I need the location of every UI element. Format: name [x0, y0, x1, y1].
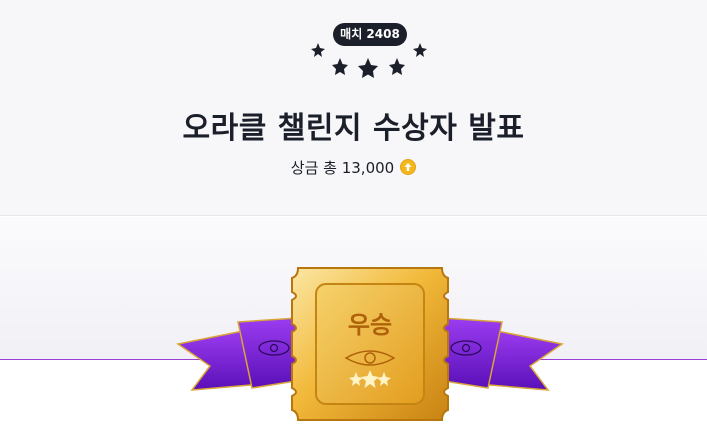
announcement-header: 매치 2408 오라클 챌린지 수상자 발표 상금 총 13,000: [0, 0, 707, 216]
ticket-label: 우승: [348, 311, 392, 339]
ribbon-right: [437, 317, 564, 391]
winner-ticket: 우승: [291, 267, 449, 421]
star-icon: [332, 58, 348, 75]
prize-label: 상금 총 13,000: [290, 158, 395, 177]
prize-total: 상금 총 13,000: [0, 157, 707, 177]
winner-ticket-illustration: 우승: [176, 267, 564, 421]
stars-decoration: [311, 43, 427, 78]
star-icon: [311, 43, 325, 57]
star-icon: [358, 58, 378, 78]
ribbon-left: [176, 317, 303, 391]
coin-icon: [400, 159, 417, 175]
star-icon: [413, 43, 427, 57]
star-icon: [389, 58, 405, 75]
page-title: 오라클 챌린지 수상자 발표: [182, 111, 525, 146]
